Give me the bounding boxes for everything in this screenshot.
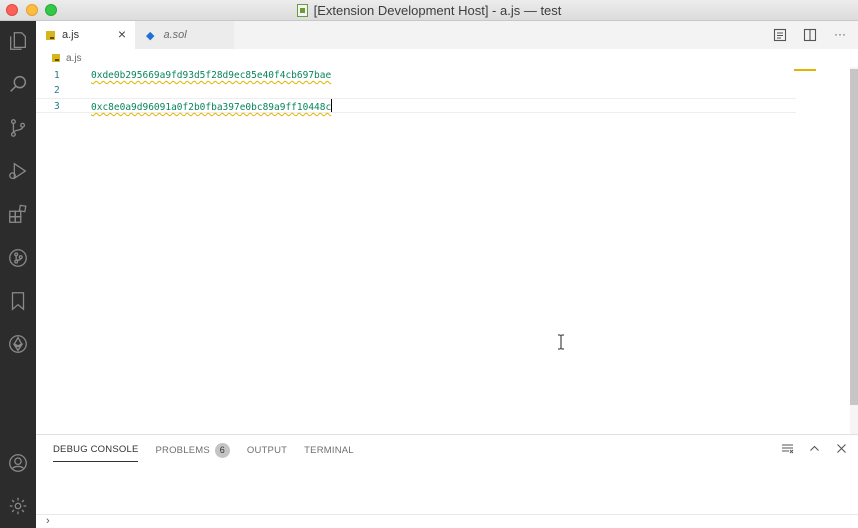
mouse-ibeam-cursor-icon bbox=[558, 334, 564, 350]
editor-tab-bar: a.js × ◆ a.sol ··· bbox=[36, 21, 858, 49]
bookmarks-icon[interactable] bbox=[0, 283, 36, 319]
title-bar: [Extension Development Host] - a.js — te… bbox=[0, 0, 858, 21]
line-number: 1 bbox=[54, 70, 60, 81]
panel-actions bbox=[781, 442, 848, 455]
code-editor[interactable]: 1 0xde0b295669a9fd93d5f28d9ec85e40f4cb69… bbox=[36, 67, 850, 434]
extensions-icon[interactable] bbox=[0, 196, 36, 232]
tab-debug-console[interactable]: DEBUG CONSOLE bbox=[53, 437, 139, 462]
editor-scrollbar-thumb[interactable] bbox=[850, 69, 858, 405]
tab-problems[interactable]: PROBLEMS 6 bbox=[155, 436, 230, 464]
line-number: 2 bbox=[54, 85, 60, 96]
close-tab-icon[interactable]: × bbox=[115, 27, 129, 41]
account-icon[interactable] bbox=[0, 445, 36, 481]
code-line-current: 3 0xc8e0a9d96091a0f2b0fba397e0bc89a9ff10… bbox=[36, 98, 796, 113]
maximize-panel-icon[interactable] bbox=[808, 442, 821, 455]
panel-tabs: DEBUG CONSOLE PROBLEMS 6 OUTPUT TERMINAL bbox=[36, 435, 354, 464]
explorer-icon[interactable] bbox=[0, 23, 36, 59]
problems-count-badge: 6 bbox=[214, 442, 230, 458]
js-file-icon bbox=[46, 30, 55, 40]
git-graph-icon[interactable] bbox=[0, 240, 36, 276]
code-line: 2 bbox=[36, 83, 796, 98]
tab-label: a.js bbox=[62, 29, 80, 41]
breadcrumb-file[interactable]: a.js bbox=[66, 53, 82, 64]
console-prompt-icon: › bbox=[46, 515, 50, 527]
clear-console-icon[interactable] bbox=[781, 442, 794, 455]
ethereum-file-icon: ◆ bbox=[146, 29, 155, 42]
activity-bar bbox=[0, 21, 36, 528]
line-text: 0xde0b295669a9fd93d5f28d9ec85e40f4cb697b… bbox=[91, 70, 332, 81]
open-preview-icon[interactable] bbox=[772, 27, 788, 43]
text-cursor bbox=[331, 99, 333, 112]
overview-ruler-warning bbox=[794, 69, 816, 71]
window-title-container: [Extension Development Host] - a.js — te… bbox=[0, 3, 858, 18]
bottom-panel: DEBUG CONSOLE PROBLEMS 6 OUTPUT TERMINAL … bbox=[36, 434, 858, 528]
split-editor-icon[interactable] bbox=[802, 27, 818, 43]
breadcrumb: a.js bbox=[36, 49, 82, 67]
tab-a-js[interactable]: a.js × bbox=[36, 21, 135, 49]
document-icon bbox=[296, 4, 308, 17]
more-actions-icon[interactable]: ··· bbox=[832, 27, 848, 43]
tab-label: a.sol bbox=[163, 29, 187, 41]
tab-terminal[interactable]: TERMINAL bbox=[304, 438, 354, 462]
ethereum-icon[interactable] bbox=[0, 326, 36, 362]
search-icon[interactable] bbox=[0, 66, 36, 102]
settings-gear-icon[interactable] bbox=[0, 488, 36, 524]
close-panel-icon[interactable] bbox=[835, 442, 848, 455]
source-control-icon[interactable] bbox=[0, 110, 36, 146]
tab-problems-label: PROBLEMS bbox=[155, 444, 210, 456]
run-debug-icon[interactable] bbox=[0, 153, 36, 189]
tab-output[interactable]: OUTPUT bbox=[247, 438, 287, 462]
tab-a-sol[interactable]: ◆ a.sol bbox=[135, 21, 234, 49]
js-file-icon bbox=[52, 54, 60, 62]
code-line: 1 0xde0b295669a9fd93d5f28d9ec85e40f4cb69… bbox=[36, 68, 796, 83]
editor-actions: ··· bbox=[772, 27, 848, 43]
line-text-wrapper: 0xc8e0a9d96091a0f2b0fba397e0bc89a9ff1044… bbox=[91, 99, 333, 115]
line-text: 0xc8e0a9d96091a0f2b0fba397e0bc89a9ff1044… bbox=[91, 102, 332, 113]
window-title: [Extension Development Host] - a.js — te… bbox=[313, 3, 562, 18]
line-number: 3 bbox=[54, 101, 60, 112]
debug-console-input[interactable]: › bbox=[36, 514, 858, 528]
